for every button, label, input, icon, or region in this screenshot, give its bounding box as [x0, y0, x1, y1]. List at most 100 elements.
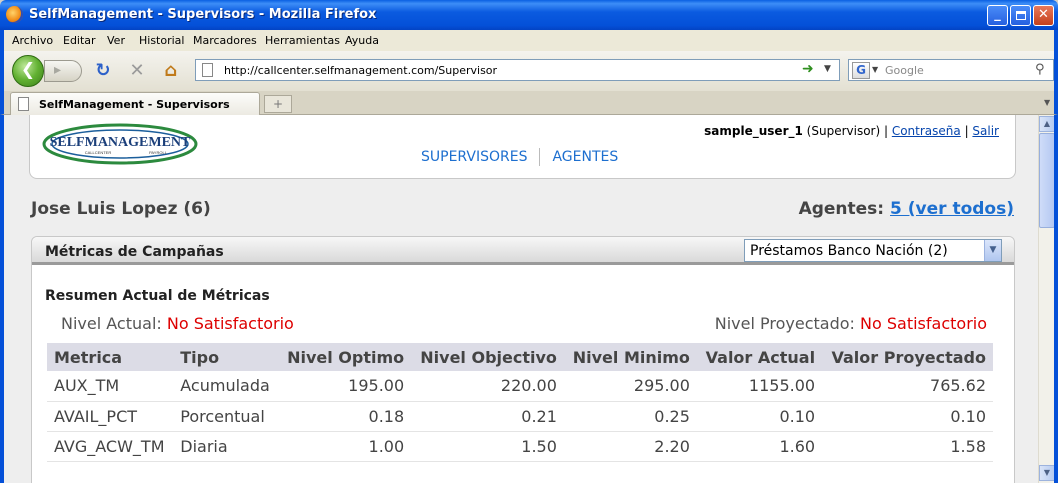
chevron-down-icon[interactable]: ▼ [872, 65, 878, 74]
forward-icon: ▸ [54, 62, 62, 78]
tab-bar: SelfManagement - Supervisors + ▼ [0, 91, 1058, 115]
agents-label: Agentes: [798, 199, 885, 219]
cell-tipo: Acumulada [173, 371, 279, 402]
username: sample_user_1 [704, 124, 803, 138]
url-text: http://callcenter.selfmanagement.com/Sup… [224, 64, 498, 77]
current-level-label: Nivel Actual: [61, 314, 162, 333]
password-link[interactable]: Contraseña [892, 124, 961, 138]
projected-level-value: No Satisfactorio [860, 314, 987, 333]
new-tab-icon[interactable]: + [264, 95, 292, 113]
vertical-scrollbar[interactable]: ▲ ▼ [1038, 115, 1055, 483]
chevron-down-icon[interactable]: ▼ [984, 240, 1001, 261]
page-icon [18, 97, 29, 111]
panel-header: Métricas de Campañas Préstamos Banco Nac… [32, 237, 1014, 265]
cell-tipo: Porcentual [173, 401, 279, 432]
agents-count: Agentes: 5 (ver todos) [799, 199, 1014, 219]
chevron-down-icon[interactable]: ▼ [824, 64, 831, 74]
close-button[interactable]: ✕ [1033, 5, 1054, 26]
search-bar[interactable]: G ▼ Google ⚲ [848, 59, 1054, 81]
user-info: sample_user_1 (Supervisor) | Contraseña … [704, 124, 999, 138]
cell-valor-actual: 1.60 [696, 431, 823, 462]
panel-title: Métricas de Campañas [45, 244, 224, 260]
back-icon: ❮ [20, 60, 36, 80]
menu-ver[interactable]: Ver [107, 34, 125, 47]
projected-level-label: Nivel Proyectado: [714, 314, 855, 333]
go-icon[interactable]: ➜ [802, 61, 814, 77]
forward-button[interactable]: ▸ [44, 60, 82, 82]
scroll-down-icon[interactable]: ▼ [1039, 465, 1055, 481]
cell-nivel-optimo: 195.00 [278, 371, 412, 402]
col-nivel-optimo: Nivel Optimo [278, 343, 412, 371]
cell-nivel-optimo: 0.18 [278, 401, 412, 432]
site-header: SELFMANAGEMENT CALLCENTER PAYROLL sample… [29, 115, 1016, 179]
cell-nivel-minimo: 0.25 [563, 401, 697, 432]
top-nav: SUPERVISORES AGENTES [421, 148, 618, 166]
page-icon [202, 63, 213, 77]
menu-herramientas[interactable]: Herramientas [265, 34, 340, 47]
current-level-value: No Satisfactorio [166, 314, 294, 333]
cell-metrica: AVG_ACW_TM [47, 431, 174, 462]
table-row: AVG_ACW_TM Diaria 1.00 1.50 2.20 1.60 1.… [47, 431, 993, 462]
agents-link[interactable]: 5 (ver todos) [890, 199, 1014, 219]
nav-divider [539, 148, 541, 166]
nav-supervisores[interactable]: SUPERVISORES [421, 149, 527, 165]
selfmanagement-logo: SELFMANAGEMENT CALLCENTER PAYROLL [42, 123, 198, 165]
cell-nivel-minimo: 295.00 [563, 371, 697, 402]
col-nivel-minimo: Nivel Minimo [563, 343, 697, 371]
cell-nivel-objectivo: 220.00 [411, 371, 564, 402]
campaign-selected: Préstamos Banco Nación (2) [750, 243, 948, 259]
window-frame-right [1054, 115, 1058, 483]
table-row: AUX_TM Acumulada 195.00 220.00 295.00 11… [47, 371, 993, 402]
menu-ayuda[interactable]: Ayuda [345, 34, 379, 47]
cell-nivel-optimo: 1.00 [278, 431, 412, 462]
table-header-row: Metrica Tipo Nivel Optimo Nivel Objectiv… [47, 343, 993, 371]
logo-sub2: PAYROLL [149, 150, 168, 155]
logout-link[interactable]: Salir [972, 124, 999, 138]
scroll-up-icon[interactable]: ▲ [1039, 116, 1055, 132]
metrics-panel: Métricas de Campañas Préstamos Banco Nac… [31, 236, 1015, 483]
home-icon[interactable]: ⌂ [161, 61, 181, 81]
page-viewport: SELFMANAGEMENT CALLCENTER PAYROLL sample… [4, 115, 1038, 483]
col-valor-proyectado: Valor Proyectado [822, 343, 993, 371]
logo-sub: CALLCENTER [85, 150, 112, 155]
cell-valor-proyectado: 0.10 [822, 401, 993, 432]
search-input[interactable]: Google [885, 64, 924, 77]
cell-nivel-minimo: 2.20 [563, 431, 697, 462]
google-icon[interactable]: G [852, 62, 870, 79]
menu-marcadores[interactable]: Marcadores [193, 34, 257, 47]
cell-nivel-objectivo: 0.21 [411, 401, 564, 432]
menu-editar[interactable]: Editar [63, 34, 96, 47]
cell-nivel-objectivo: 1.50 [411, 431, 564, 462]
menu-archivo[interactable]: Archivo [12, 34, 53, 47]
window-titlebar: SelfManagement - Supervisors - Mozilla F… [0, 0, 1058, 30]
search-icon[interactable]: ⚲ [1035, 62, 1045, 77]
col-metrica: Metrica [47, 343, 174, 371]
cell-tipo: Diaria [173, 431, 279, 462]
reload-icon[interactable]: ↻ [93, 61, 113, 81]
firefox-icon [6, 6, 23, 23]
supervisor-name: Jose Luis Lopez (6) [31, 199, 211, 219]
cell-metrica: AUX_TM [47, 371, 174, 402]
minimize-button[interactable]: _ [987, 5, 1008, 26]
cell-valor-actual: 0.10 [696, 401, 823, 432]
menu-historial[interactable]: Historial [139, 34, 184, 47]
metrics-subtitle: Resumen Actual de Métricas [45, 288, 270, 304]
campaign-select[interactable]: Préstamos Banco Nación (2) ▼ [744, 239, 1002, 262]
scroll-thumb[interactable] [1039, 133, 1055, 228]
nav-toolbar: ▸ ❮ ↻ ✕ ⌂ http://callcenter.selfmanageme… [0, 51, 1058, 91]
col-tipo: Tipo [173, 343, 279, 371]
tab-supervisors[interactable]: SelfManagement - Supervisors [10, 92, 260, 115]
projected-level: Nivel Proyectado: No Satisfactorio [715, 314, 987, 333]
back-button[interactable]: ❮ [12, 55, 44, 87]
nav-agentes[interactable]: AGENTES [552, 149, 618, 165]
tab-label: SelfManagement - Supervisors [39, 98, 230, 111]
logo-text: SELFMANAGEMENT [50, 135, 191, 150]
window-title: SelfManagement - Supervisors - Mozilla F… [29, 7, 377, 22]
stop-icon[interactable]: ✕ [127, 61, 147, 81]
url-bar[interactable]: http://callcenter.selfmanagement.com/Sup… [195, 59, 840, 81]
col-valor-actual: Valor Actual [696, 343, 823, 371]
maximize-button[interactable] [1010, 5, 1031, 26]
cell-valor-actual: 1155.00 [696, 371, 823, 402]
tab-list-icon[interactable]: ▼ [1044, 98, 1050, 107]
cell-valor-proyectado: 1.58 [822, 431, 993, 462]
